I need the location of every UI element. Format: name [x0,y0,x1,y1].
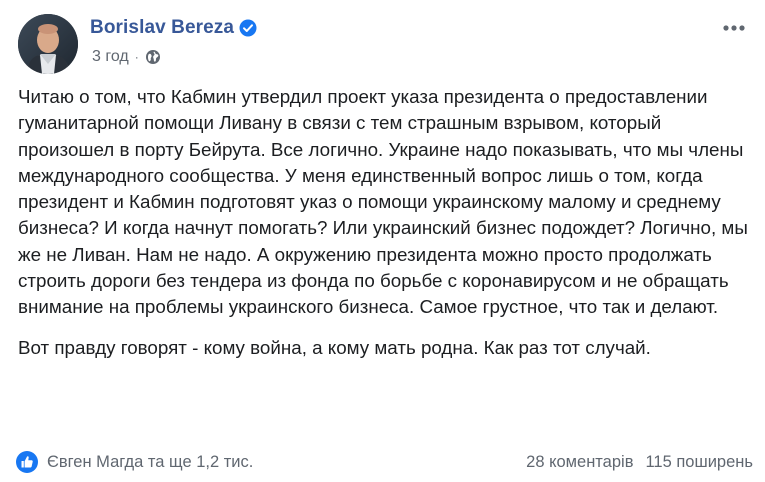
post-paragraph-2: Вот правду говорят - кому война, а кому … [18,336,651,358]
globe-icon[interactable] [145,49,161,65]
author-line: Borislav Bereza [90,16,257,40]
author-avatar[interactable] [18,14,78,74]
author-name-link[interactable]: Borislav Bereza [90,17,234,39]
post-meta: 3 год · [92,47,161,67]
post-paragraph-1: Читаю о том, что Кабмин утвердил проект … [18,86,748,318]
post-footer: Євген Магда та ще 1,2 тис. 28 коментарів… [16,448,753,476]
verified-badge-icon [239,19,257,37]
post-body: Читаю о том, что Кабмин утвердил проект … [18,84,753,361]
comments-count-link[interactable]: 28 коментарів [526,453,633,472]
post-timestamp-link[interactable]: 3 год [92,48,129,66]
like-reaction-icon[interactable] [16,451,38,473]
shares-count-link[interactable]: 115 поширень [645,453,753,472]
avatar-photo [18,14,78,74]
post-header: Borislav Bereza 3 год · [18,14,748,76]
facebook-post: Borislav Bereza 3 год · Читаю о том, что… [0,0,765,482]
more-options-icon [723,25,745,31]
reactions-summary-link[interactable]: Євген Магда та ще 1,2 тис. [47,453,253,472]
more-options-button[interactable] [720,16,748,40]
meta-separator: · [134,50,139,64]
